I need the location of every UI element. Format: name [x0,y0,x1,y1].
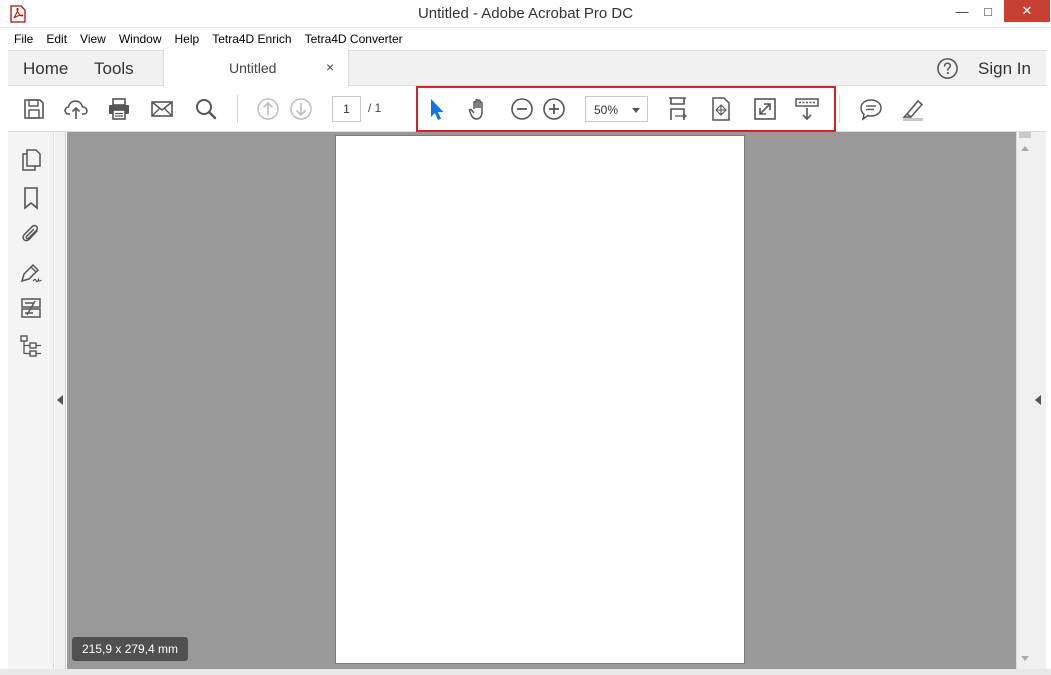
menu-tetra4d-converter[interactable]: Tetra4D Converter [299,32,409,46]
page-size-tooltip: 215,9 x 279,4 mm [72,637,189,661]
close-window-button[interactable]: ✕ [1004,0,1050,22]
next-page-icon[interactable] [288,96,314,122]
save-icon[interactable] [21,96,47,122]
left-navigation-panel [8,132,54,669]
highlight-icon[interactable] [900,96,926,122]
read-mode-icon[interactable] [794,96,820,122]
right-panel-expand-handle[interactable] [1032,132,1046,669]
menu-window[interactable]: Window [113,32,168,46]
attachment-icon[interactable] [19,222,43,246]
menu-bar: File Edit View Window Help Tetra4D Enric… [8,28,1046,50]
scroll-down-icon[interactable] [1021,656,1029,661]
menu-tetra4d-enrich[interactable]: Tetra4D Enrich [206,32,297,46]
page-total: / 1 [368,101,382,115]
sign-in-link[interactable]: Sign In [978,59,1031,79]
zoom-out-icon[interactable] [509,96,535,122]
pages-icon[interactable] [19,148,43,172]
full-screen-icon[interactable] [752,96,778,122]
zoom-dropdown[interactable]: 50% [585,96,648,122]
chevron-down-icon [632,108,640,113]
document-tab-label: Untitled [229,60,277,76]
close-tab-icon[interactable]: × [326,59,334,75]
window-frame-bottom [0,669,1051,675]
tab-home[interactable]: Home [23,59,68,79]
collapse-arrow-icon [57,395,63,405]
menu-view[interactable]: View [74,32,112,46]
scrolling-mode-icon[interactable] [666,96,692,122]
menu-help[interactable]: Help [169,32,206,46]
fit-page-icon[interactable] [708,96,734,122]
document-viewport[interactable]: 215,9 x 279,4 mm [67,132,1016,669]
cloud-upload-icon[interactable] [63,96,89,122]
help-icon[interactable] [936,57,959,80]
window-frame-left [0,28,8,669]
zoom-value: 50% [594,103,619,117]
print-icon[interactable] [106,96,132,122]
previous-page-icon[interactable] [255,96,281,122]
left-panel-collapse-handle[interactable] [55,132,66,669]
window-title: Untitled - Adobe Acrobat Pro DC [417,5,634,22]
hand-icon[interactable] [466,96,492,122]
comment-icon[interactable] [858,96,884,122]
compare-icon[interactable] [19,296,43,320]
tab-document[interactable]: Untitled × [163,50,349,87]
minimize-button[interactable]: — [946,0,978,22]
menu-file[interactable]: File [8,32,39,46]
vertical-scrollbar[interactable] [1016,132,1032,669]
bookmark-icon[interactable] [19,186,43,210]
pdf-page[interactable] [335,135,745,664]
title-bar: Untitled - Adobe Acrobat Pro DC — □ ✕ [0,0,1051,28]
tab-tools[interactable]: Tools [94,59,134,79]
toolbar-separator [237,95,238,123]
select-cursor-icon[interactable] [423,96,449,122]
email-icon[interactable] [149,96,175,122]
zoom-in-icon[interactable] [541,96,567,122]
maximize-button[interactable]: □ [976,0,1000,22]
expand-arrow-icon [1035,395,1041,405]
layers-icon[interactable] [19,334,43,358]
window-frame-right [1046,28,1051,669]
tab-bar: Home Tools Untitled × Sign In [8,50,1046,87]
page-number-input[interactable]: 1 [332,96,361,122]
search-icon[interactable] [193,96,219,122]
menu-edit[interactable]: Edit [40,32,73,46]
split-handle[interactable] [1019,132,1031,138]
scroll-up-icon[interactable] [1021,146,1029,151]
toolbar: 1 / 1 50% [8,86,1046,132]
toolbar-separator [839,95,840,123]
signature-icon[interactable] [19,260,43,284]
